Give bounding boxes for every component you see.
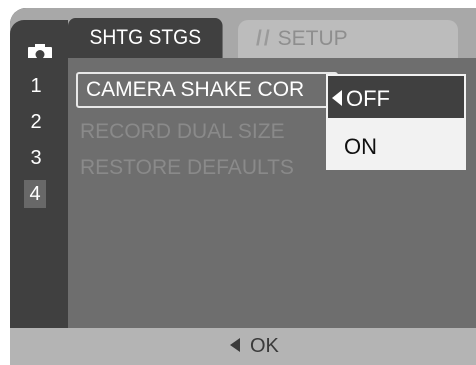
ok-hint: OK	[230, 332, 279, 360]
wrench-icon: //	[256, 27, 272, 50]
left-arrow-icon	[230, 337, 240, 352]
tab-shooting-settings[interactable]: SHTG STGS	[68, 18, 223, 58]
option-on[interactable]: ON	[326, 124, 466, 170]
option-dropdown: OFF ON	[326, 74, 466, 170]
page-indicator-column: 1 2 3 4	[10, 58, 68, 328]
ok-label: OK	[250, 335, 279, 357]
menu-item-restore-defaults[interactable]: RESTORE DEFAULTS	[80, 150, 294, 186]
page-number-4[interactable]: 4	[24, 180, 46, 208]
tab-shooting-label: SHTG STGS	[89, 26, 202, 49]
page-number-2[interactable]: 2	[28, 108, 44, 136]
tab-setup[interactable]: //SETUP	[238, 20, 458, 58]
option-on-label: ON	[344, 134, 377, 159]
menu-item-record-dual-size[interactable]: RECORD DUAL SIZE	[80, 114, 285, 150]
option-off-label: OFF	[346, 86, 390, 111]
camera-menu-screen: SHTG STGS //SETUP 1 2 3 4 CAMERA SHAKE C…	[10, 8, 476, 365]
left-arrow-icon	[332, 90, 342, 106]
option-off[interactable]: OFF	[326, 74, 466, 120]
footer-bar: OK	[10, 328, 476, 365]
menu-item-camera-shake-correction[interactable]: CAMERA SHAKE COR	[76, 72, 338, 108]
page-number-3[interactable]: 3	[28, 144, 44, 172]
tab-setup-label: SETUP	[277, 27, 348, 50]
page-number-1[interactable]: 1	[28, 72, 44, 100]
